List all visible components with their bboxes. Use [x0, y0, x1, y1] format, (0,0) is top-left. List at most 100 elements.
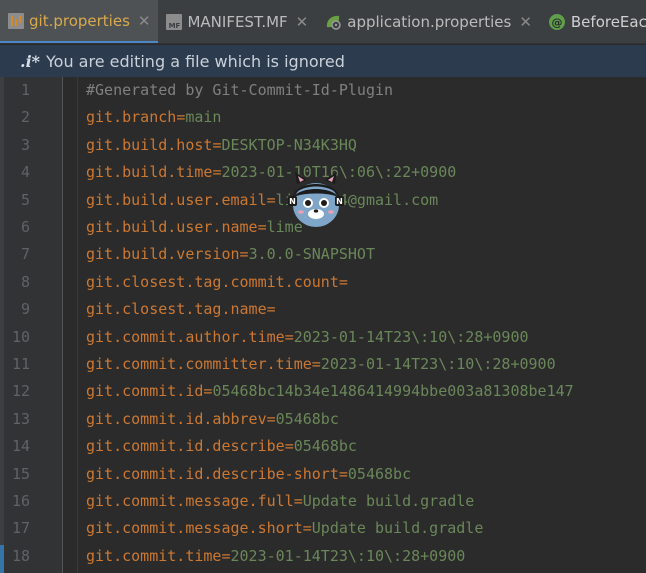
- properties-file-icon: [8, 12, 24, 29]
- property-key: git.build.time: [86, 163, 213, 182]
- line-content: git.closest.tag.name=: [86, 296, 276, 323]
- property-separator: =: [266, 409, 276, 428]
- code-line[interactable]: 12 git.commit.id=05468bc14b34e1486414994b…: [4, 378, 646, 405]
- property-key: git.closest.tag.name: [86, 300, 267, 319]
- line-number: 8: [20, 272, 30, 291]
- line-number: 16: [11, 492, 30, 510]
- code-line[interactable]: 7 git.build.version=3.0.0-SNAPSHOT: [4, 241, 646, 268]
- line-content: git.build.user.name=lime: [86, 214, 303, 241]
- property-key: git.commit.author.time: [86, 327, 285, 346]
- property-value: DESKTOP-N34K3HQ: [221, 135, 357, 154]
- property-value: 05468bc: [275, 409, 339, 428]
- property-key: git.build.user.email: [86, 190, 267, 209]
- line-number: 11: [11, 355, 30, 373]
- line-number: 2: [20, 108, 30, 127]
- tab-git-properties[interactable]: git.properties ✕: [0, 0, 159, 43]
- code-line[interactable]: 17 git.commit.message.short=Update build.…: [4, 515, 646, 542]
- line-content: git.branch=main: [86, 104, 221, 131]
- code-line[interactable]: 1 #Generated by Git-Commit-Id-Plugin: [4, 77, 646, 104]
- svg-text:N: N: [336, 197, 343, 206]
- code-line[interactable]: 18 git.commit.time=2023-01-14T23\:10\:28+…: [4, 543, 646, 570]
- line-number: 14: [11, 437, 30, 456]
- property-separator: =: [311, 355, 321, 373]
- line-number: 6: [20, 218, 30, 236]
- annotation-file-icon: @: [548, 13, 566, 31]
- property-separator: =: [302, 519, 312, 538]
- line-content: git.closest.tag.commit.count=: [86, 269, 348, 296]
- line-number: 13: [11, 409, 30, 428]
- property-value: 05468bc14b34e1486414994bbe003a81308be147: [212, 382, 574, 401]
- tab-label: MANIFEST.MF: [187, 13, 288, 31]
- property-value: 05468bc: [293, 437, 357, 456]
- code-line[interactable]: 3 git.build.host=DESKTOP-N34K3HQ: [4, 132, 646, 159]
- line-number: 3: [20, 135, 30, 154]
- spring-properties-icon: [324, 13, 342, 31]
- tab-label: git.properties: [29, 11, 130, 30]
- code-line[interactable]: 9 git.closest.tag.name=: [4, 296, 646, 323]
- line-number: 5: [20, 190, 30, 209]
- property-key: git.commit.time: [86, 546, 222, 565]
- banner-message: You are editing a file which is ignored: [46, 51, 345, 71]
- property-separator: =: [266, 190, 276, 209]
- line-number: 15: [11, 464, 30, 483]
- property-key: git.commit.message.full: [86, 492, 294, 510]
- close-icon[interactable]: ✕: [519, 13, 532, 31]
- property-separator: =: [338, 272, 348, 291]
- property-key: git.commit.message.short: [86, 519, 303, 538]
- property-key: git.commit.id.describe-short: [86, 464, 339, 483]
- editor-tab-bar: git.properties ✕ MF MANIFEST.MF ✕ applic…: [0, 0, 646, 44]
- code-line[interactable]: 15 git.commit.id.describe-short=05468bc: [4, 461, 646, 488]
- tab-before-each[interactable]: @ BeforeEach.c: [540, 0, 646, 43]
- property-key: git.build.version: [86, 245, 240, 264]
- property-separator: =: [176, 108, 186, 127]
- property-separator: =: [239, 245, 249, 264]
- cat-avatar-icon: N N: [285, 170, 347, 232]
- line-number: 7: [20, 245, 30, 264]
- line-number: 10: [11, 327, 30, 346]
- svg-text:@: @: [551, 16, 562, 29]
- line-content: git.commit.time=2023-01-14T23\:10\:28+09…: [86, 543, 465, 570]
- code-line[interactable]: 14 git.commit.id.describe=05468bc: [4, 433, 646, 460]
- tab-application-properties[interactable]: application.properties ✕: [316, 0, 540, 43]
- line-number: 4: [20, 163, 30, 182]
- comment-text: #Generated by Git-Commit-Id-Plugin: [86, 81, 394, 99]
- property-separator: =: [266, 300, 276, 319]
- code-line[interactable]: 10 git.commit.author.time=2023-01-14T23\:…: [4, 324, 646, 351]
- code-line[interactable]: 2 git.branch=main: [4, 104, 646, 131]
- svg-text:N: N: [289, 197, 296, 206]
- property-value: 05468bc: [347, 464, 412, 483]
- line-content: git.commit.id.abbrev=05468bc: [86, 406, 339, 433]
- line-content: git.build.host=DESKTOP-N34K3HQ: [86, 132, 357, 159]
- property-key: git.commit.id.abbrev: [86, 409, 267, 428]
- tab-manifest[interactable]: MF MANIFEST.MF ✕: [158, 0, 316, 43]
- line-content: git.commit.message.short=Update build.gr…: [86, 515, 483, 542]
- close-icon[interactable]: ✕: [296, 13, 309, 31]
- property-key: git.commit.committer.time: [86, 355, 312, 373]
- property-separator: =: [284, 437, 294, 456]
- code-line[interactable]: 8 git.closest.tag.commit.count=: [4, 269, 646, 296]
- line-number: 1: [20, 81, 30, 99]
- line-content: git.commit.id=05468bc14b34e1486414994bbe…: [86, 378, 574, 405]
- line-content: git.commit.id.describe-short=05468bc: [86, 461, 411, 488]
- manifest-file-icon: MF: [166, 14, 183, 30]
- property-value: Update build.gradle: [311, 519, 484, 538]
- close-icon[interactable]: ✕: [138, 12, 151, 30]
- line-number: 12: [11, 382, 30, 401]
- property-separator: =: [284, 327, 294, 346]
- line-content: git.commit.author.time=2023-01-14T23\:10…: [86, 324, 529, 351]
- property-value: 2023-01-14T23\:10\:28+0900: [293, 327, 529, 346]
- property-separator: =: [293, 492, 303, 510]
- property-separator: =: [221, 546, 231, 565]
- line-content: #Generated by Git-Commit-Id-Plugin: [86, 77, 393, 104]
- line-content: git.commit.message.full=Update build.gra…: [86, 488, 474, 515]
- property-value: 3.0.0-SNAPSHOT: [248, 245, 375, 264]
- code-line[interactable]: 13 git.commit.id.abbrev=05468bc: [4, 406, 646, 433]
- code-line[interactable]: 16 git.commit.message.full=Update build.g…: [4, 488, 646, 515]
- property-key: git.branch: [86, 108, 177, 127]
- line-number: 17: [11, 519, 30, 538]
- property-value: 2023-01-14T23\:10\:28+0900: [230, 546, 466, 565]
- line-number: 18: [11, 546, 30, 565]
- property-key: git.commit.id: [86, 382, 204, 401]
- code-line[interactable]: 11 git.commit.committer.time=2023-01-14T2…: [4, 351, 646, 378]
- ignored-file-icon: .i*: [20, 51, 41, 71]
